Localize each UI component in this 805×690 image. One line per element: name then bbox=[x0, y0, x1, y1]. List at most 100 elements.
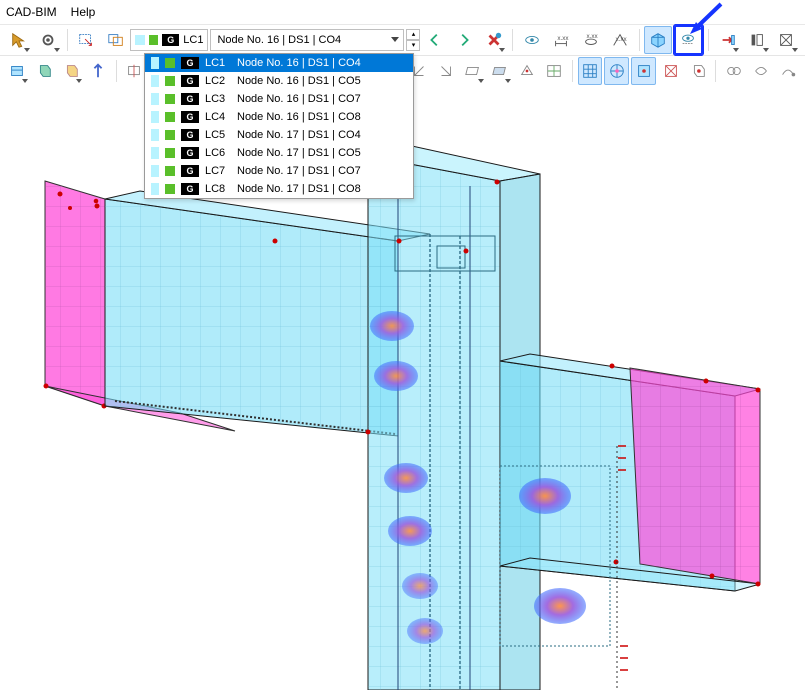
chevron-down-icon bbox=[22, 79, 28, 83]
dropdown-code: LC2 bbox=[205, 75, 231, 87]
tool-r2-plane4[interactable] bbox=[542, 57, 567, 85]
dropdown-item[interactable]: GLC4Node No. 16 | DS1 | CO8 bbox=[145, 108, 413, 126]
swatch-icon bbox=[149, 35, 159, 45]
separator bbox=[572, 60, 573, 82]
g-badge: G bbox=[181, 147, 199, 159]
dropdown-desc: Node No. 16 | DS1 | CO8 bbox=[237, 111, 361, 123]
tool-r2-plane2[interactable] bbox=[488, 57, 513, 85]
chevron-down-icon bbox=[733, 48, 739, 52]
separator bbox=[512, 29, 513, 51]
dropdown-code: LC8 bbox=[205, 183, 231, 195]
toolbar-row-1: G LC1 Node No. 16 | DS1 | CO4 ▴▾ x.xx x.… bbox=[0, 25, 805, 56]
tool-selbox[interactable] bbox=[73, 26, 100, 54]
spin-down-icon[interactable]: ▾ bbox=[406, 40, 420, 51]
tool-r2-cube2[interactable] bbox=[59, 57, 84, 85]
dropdown-item[interactable]: G LC2 Node No. 16 | DS1 | CO5 bbox=[145, 72, 413, 90]
dropdown-item[interactable]: G LC1 Node No. 16 | DS1 | CO4 bbox=[145, 54, 413, 72]
chevron-down-icon bbox=[76, 79, 82, 83]
swatch-icon bbox=[165, 76, 175, 86]
tool-r2-cube1[interactable] bbox=[32, 57, 57, 85]
svg-text:x.xx: x.xx bbox=[558, 35, 570, 42]
lc-combo-text: Node No. 16 | DS1 | CO4 bbox=[217, 34, 341, 46]
tool-r2-grid1[interactable] bbox=[578, 57, 603, 85]
dropdown-desc: Node No. 17 | DS1 | CO4 bbox=[237, 129, 361, 141]
dropdown-item[interactable]: GLC6Node No. 17 | DS1 | CO5 bbox=[145, 144, 413, 162]
g-badge: G bbox=[181, 75, 199, 87]
tool-x[interactable] bbox=[480, 26, 507, 54]
tool-gear[interactable] bbox=[34, 26, 61, 54]
swatch-icon bbox=[165, 184, 175, 194]
menubar: CAD-BIM Help bbox=[0, 0, 805, 25]
dropdown-item[interactable]: G LC8 Node No. 17 | DS1 | CO8 bbox=[145, 180, 413, 198]
tool-r2-treebox[interactable] bbox=[5, 57, 30, 85]
chevron-down-icon bbox=[54, 48, 60, 52]
spin-up-icon[interactable]: ▴ bbox=[406, 29, 420, 40]
swatch-icon bbox=[151, 183, 159, 195]
separator bbox=[67, 29, 68, 51]
tool-r2-slice1[interactable] bbox=[122, 57, 147, 85]
g-badge: G bbox=[181, 93, 199, 105]
dropdown-desc: Node No. 17 | DS1 | CO7 bbox=[237, 165, 361, 177]
dropdown-item[interactable]: G LC3 Node No. 16 | DS1 | CO7 bbox=[145, 90, 413, 108]
tool-section2[interactable] bbox=[773, 26, 800, 54]
lc-next[interactable] bbox=[451, 26, 478, 54]
tool-r2-plane1[interactable] bbox=[461, 57, 486, 85]
tool-section1[interactable] bbox=[743, 26, 770, 54]
swatch-icon bbox=[165, 58, 175, 68]
tool-r2-plane3[interactable] bbox=[515, 57, 540, 85]
tool-r2-sym1[interactable] bbox=[658, 57, 683, 85]
dropdown-desc: Node No. 17 | DS1 | CO8 bbox=[237, 183, 361, 195]
swatch-icon bbox=[151, 129, 159, 141]
svg-text:x.xx: x.xx bbox=[586, 33, 598, 40]
dropdown-desc: Node No. 17 | DS1 | CO5 bbox=[237, 147, 361, 159]
dropdown-code: LC1 bbox=[205, 57, 231, 69]
swatch-icon bbox=[151, 93, 159, 105]
swatch-icon bbox=[135, 35, 145, 45]
lc-spinner[interactable]: ▴▾ bbox=[406, 29, 420, 51]
g-badge: G bbox=[181, 57, 199, 69]
dropdown-code: LC3 bbox=[205, 93, 231, 105]
swatch-icon bbox=[151, 111, 159, 123]
tool-iso[interactable] bbox=[644, 26, 671, 54]
tool-r2-end3[interactable] bbox=[775, 57, 800, 85]
lc-dropdown[interactable]: G LC1 Node No. 16 | DS1 | CO4 G LC2 Node No. … bbox=[144, 53, 414, 199]
tool-selbox2[interactable] bbox=[102, 26, 129, 54]
beam-right-end bbox=[630, 368, 761, 587]
chevron-down-icon bbox=[763, 48, 769, 52]
tool-select[interactable] bbox=[5, 26, 32, 54]
dropdown-desc: Node No. 16 | DS1 | CO4 bbox=[237, 57, 361, 69]
menu-help[interactable]: Help bbox=[71, 5, 96, 19]
tool-dim3[interactable]: x.xx bbox=[606, 26, 633, 54]
tool-r2-grid3[interactable] bbox=[631, 57, 656, 85]
tool-r2-end2[interactable] bbox=[748, 57, 773, 85]
g-badge: G bbox=[162, 34, 179, 46]
dropdown-code: LC5 bbox=[205, 129, 231, 141]
lc-badge[interactable]: G LC1 bbox=[130, 29, 208, 51]
dropdown-item[interactable]: G LC5 Node No. 17 | DS1 | CO4 bbox=[145, 126, 413, 144]
chevron-down-icon bbox=[478, 79, 484, 83]
lc-prev[interactable] bbox=[421, 26, 448, 54]
g-badge: G bbox=[181, 129, 199, 141]
swatch-icon bbox=[151, 57, 159, 69]
lc-combo[interactable]: Node No. 16 | DS1 | CO4 bbox=[210, 29, 404, 51]
menu-cadbim[interactable]: CAD-BIM bbox=[6, 5, 57, 19]
dropdown-item[interactable]: GLC7Node No. 17 | DS1 | CO7 bbox=[145, 162, 413, 180]
g-badge: G bbox=[181, 183, 199, 195]
tool-r2-nav2[interactable] bbox=[434, 57, 459, 85]
dropdown-desc: Node No. 16 | DS1 | CO7 bbox=[237, 93, 361, 105]
dropdown-code: LC4 bbox=[205, 111, 231, 123]
chevron-down-icon bbox=[505, 79, 511, 83]
tool-r2-sym2[interactable] bbox=[685, 57, 710, 85]
separator bbox=[715, 60, 716, 82]
tool-r2-end1[interactable] bbox=[721, 57, 746, 85]
swatch-icon bbox=[151, 75, 159, 87]
tool-r2-grid2[interactable] bbox=[604, 57, 629, 85]
swatch-icon bbox=[165, 112, 175, 122]
swatch-icon bbox=[165, 166, 175, 176]
tool-dim2[interactable]: x.xx bbox=[577, 26, 604, 54]
tool-r2-arrow[interactable] bbox=[86, 57, 111, 85]
lc-code: LC1 bbox=[183, 34, 203, 46]
tool-dim1[interactable]: x.xx bbox=[548, 26, 575, 54]
dropdown-desc: Node No. 16 | DS1 | CO5 bbox=[237, 75, 361, 87]
tool-eye[interactable] bbox=[518, 26, 545, 54]
